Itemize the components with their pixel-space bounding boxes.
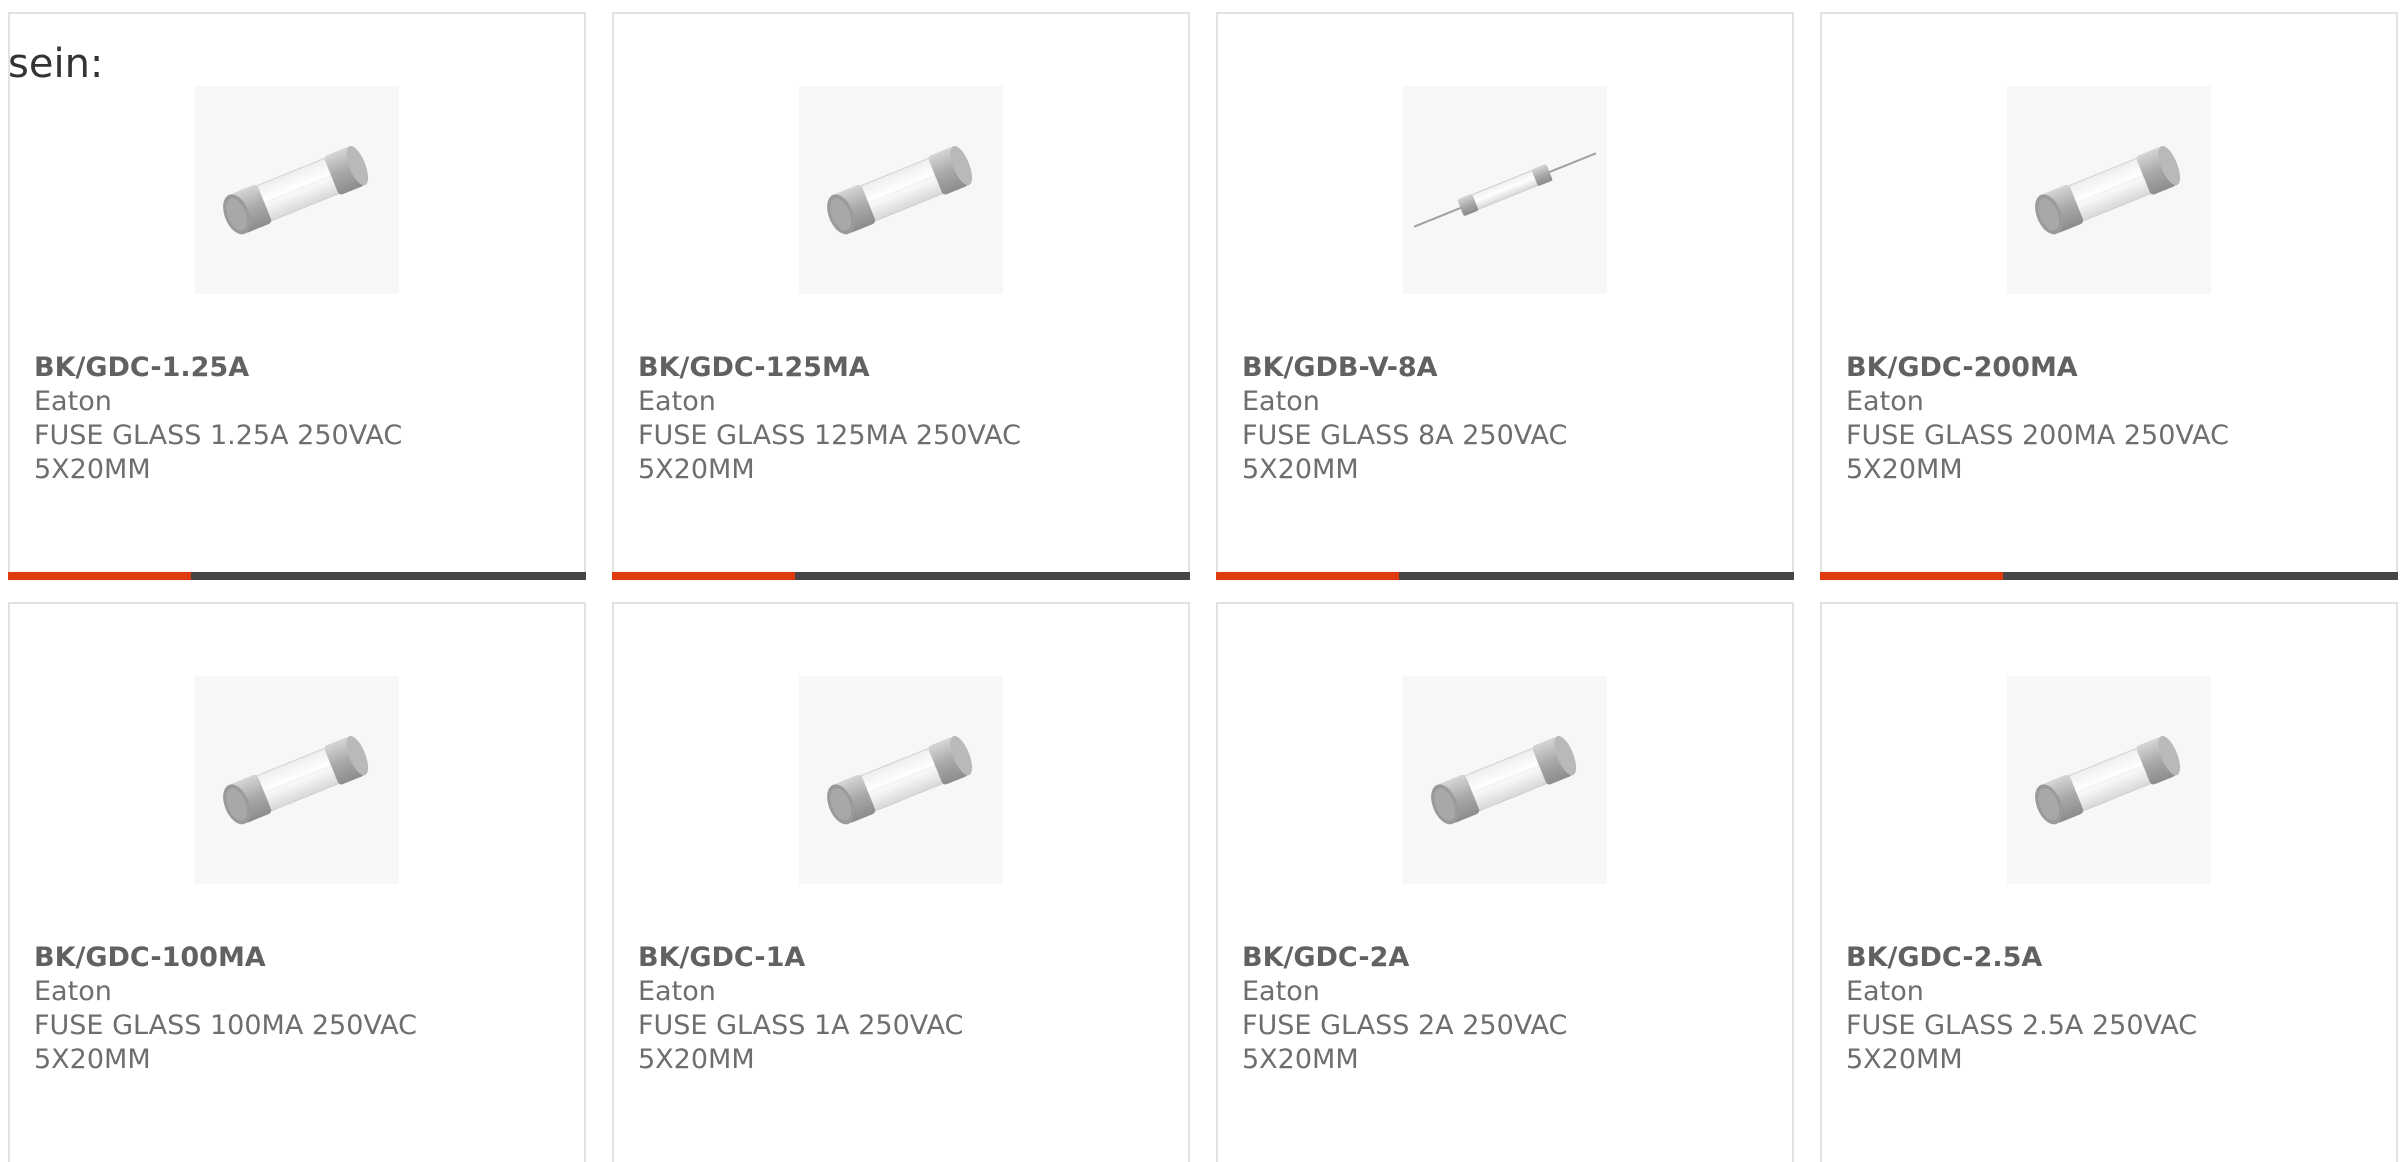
fuse-image[interactable]: [195, 86, 399, 294]
product-card[interactable]: BK/GDB-V-8A Eaton FUSE GLASS 8A 250VAC 5…: [1216, 12, 1794, 580]
manufacturer: Eaton: [1242, 386, 1320, 417]
product-info: BK/GDC-100MA Eaton FUSE GLASS 100MA 250V…: [34, 941, 444, 1077]
product-info: BK/GDC-2A Eaton FUSE GLASS 2A 250VAC 5X2…: [1242, 941, 1652, 1077]
intro-text: sein:: [8, 41, 104, 87]
manufacturer: Eaton: [1242, 976, 1320, 1007]
product-list-page: sein: BK/GDC-1.25A Eaton FUSE GLASS 1.25…: [0, 0, 2400, 1162]
part-number-link[interactable]: BK/GDB-V-8A: [1242, 351, 1652, 385]
product-card[interactable]: BK/GDC-125MA Eaton FUSE GLASS 125MA 250V…: [612, 12, 1190, 580]
product-description: FUSE GLASS 100MA 250VAC 5X20MM: [34, 1010, 417, 1075]
product-description: FUSE GLASS 2A 250VAC 5X20MM: [1242, 1010, 1568, 1075]
card-accent-bar: [612, 572, 1190, 580]
manufacturer: Eaton: [34, 386, 112, 417]
accent-highlight: [1216, 572, 1399, 580]
glass-cartridge-fuse-icon: [202, 135, 392, 245]
product-info: BK/GDC-125MA Eaton FUSE GLASS 125MA 250V…: [638, 351, 1048, 487]
manufacturer: Eaton: [638, 386, 716, 417]
product-info: BK/GDC-1A Eaton FUSE GLASS 1A 250VAC 5X2…: [638, 941, 1048, 1077]
glass-cartridge-fuse-icon: [2014, 135, 2204, 245]
part-number-link[interactable]: BK/GDC-2A: [1242, 941, 1652, 975]
fuse-image[interactable]: [799, 676, 1003, 884]
fuse-image[interactable]: [1403, 676, 1607, 884]
product-card[interactable]: BK/GDC-2A Eaton FUSE GLASS 2A 250VAC 5X2…: [1216, 602, 1794, 1162]
card-accent-bar: [1820, 572, 2398, 580]
product-grid: BK/GDC-1.25A Eaton FUSE GLASS 1.25A 250V…: [8, 12, 2400, 1162]
manufacturer: Eaton: [1846, 976, 1924, 1007]
product-info: BK/GDB-V-8A Eaton FUSE GLASS 8A 250VAC 5…: [1242, 351, 1652, 487]
glass-cartridge-fuse-icon: [202, 725, 392, 835]
part-number-link[interactable]: BK/GDC-125MA: [638, 351, 1048, 385]
part-number-link[interactable]: BK/GDC-1.25A: [34, 351, 444, 385]
product-card[interactable]: BK/GDC-1A Eaton FUSE GLASS 1A 250VAC 5X2…: [612, 602, 1190, 1162]
part-number-link[interactable]: BK/GDC-100MA: [34, 941, 444, 975]
product-description: FUSE GLASS 1A 250VAC 5X20MM: [638, 1010, 964, 1075]
glass-cartridge-fuse-icon: [806, 725, 996, 835]
accent-highlight: [612, 572, 795, 580]
fuse-image[interactable]: [195, 676, 399, 884]
fuse-image[interactable]: [2007, 86, 2211, 294]
product-description: FUSE GLASS 2.5A 250VAC 5X20MM: [1846, 1010, 2198, 1075]
accent-highlight: [8, 572, 191, 580]
card-accent-bar: [8, 572, 586, 580]
part-number-link[interactable]: BK/GDC-1A: [638, 941, 1048, 975]
fuse-image[interactable]: [2007, 676, 2211, 884]
manufacturer: Eaton: [1846, 386, 1924, 417]
manufacturer: Eaton: [638, 976, 716, 1007]
accent-highlight: [1820, 572, 2003, 580]
glass-cartridge-fuse-icon: [1410, 725, 1600, 835]
product-card[interactable]: BK/GDC-2.5A Eaton FUSE GLASS 2.5A 250VAC…: [1820, 602, 2398, 1162]
product-description: FUSE GLASS 125MA 250VAC 5X20MM: [638, 420, 1021, 485]
part-number-link[interactable]: BK/GDC-2.5A: [1846, 941, 2256, 975]
card-accent-bar: [1216, 572, 1794, 580]
product-info: BK/GDC-2.5A Eaton FUSE GLASS 2.5A 250VAC…: [1846, 941, 2256, 1077]
manufacturer: Eaton: [34, 976, 112, 1007]
product-info: BK/GDC-200MA Eaton FUSE GLASS 200MA 250V…: [1846, 351, 2256, 487]
product-card[interactable]: BK/GDC-200MA Eaton FUSE GLASS 200MA 250V…: [1820, 12, 2398, 580]
product-info: BK/GDC-1.25A Eaton FUSE GLASS 1.25A 250V…: [34, 351, 444, 487]
glass-cartridge-fuse-icon: [806, 135, 996, 245]
product-card[interactable]: BK/GDC-100MA Eaton FUSE GLASS 100MA 250V…: [8, 602, 586, 1162]
product-card[interactable]: BK/GDC-1.25A Eaton FUSE GLASS 1.25A 250V…: [8, 12, 586, 580]
product-description: FUSE GLASS 1.25A 250VAC 5X20MM: [34, 420, 403, 485]
fuse-image[interactable]: [1403, 86, 1607, 294]
product-description: FUSE GLASS 200MA 250VAC 5X20MM: [1846, 420, 2229, 485]
glass-cartridge-fuse-icon: [2014, 725, 2204, 835]
product-description: FUSE GLASS 8A 250VAC 5X20MM: [1242, 420, 1568, 485]
part-number-link[interactable]: BK/GDC-200MA: [1846, 351, 2256, 385]
axial-lead-fuse-icon: [1403, 135, 1607, 245]
fuse-image[interactable]: [799, 86, 1003, 294]
